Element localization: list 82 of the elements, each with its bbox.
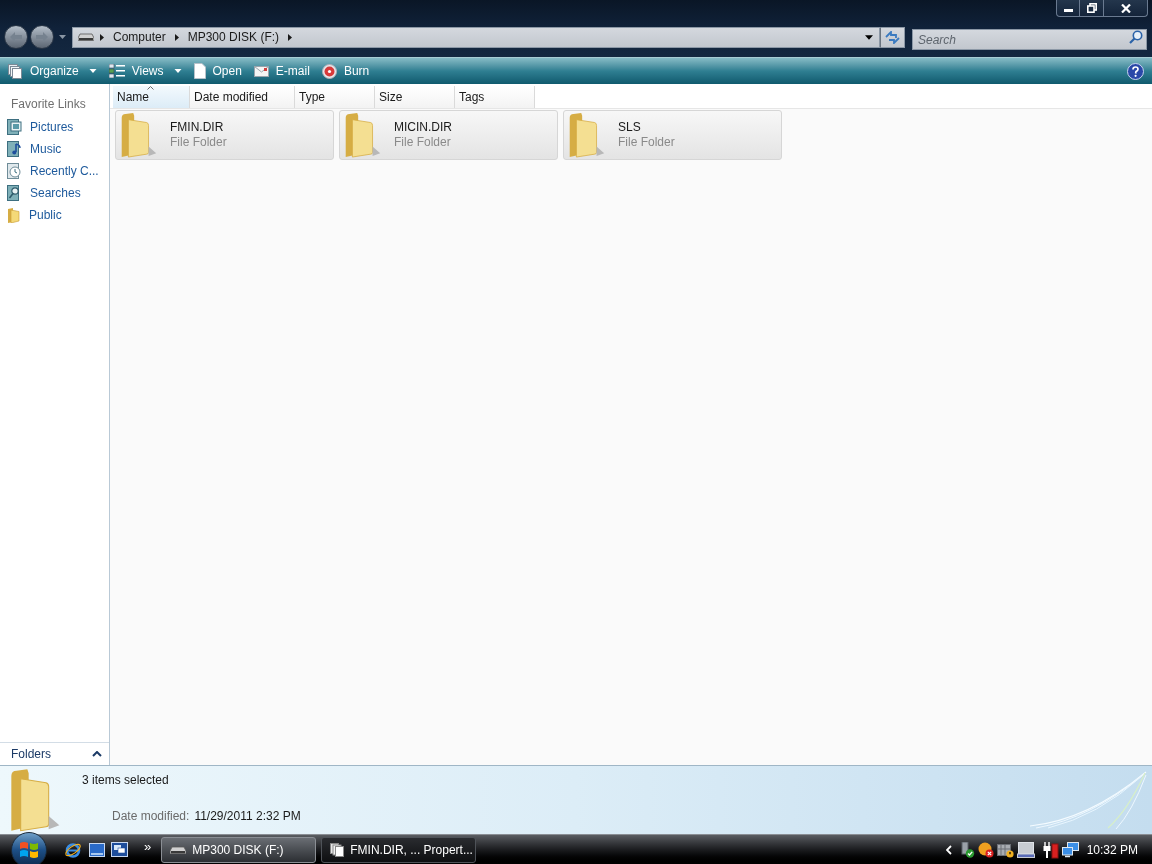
sidebar-link[interactable]: Music	[0, 138, 109, 160]
sidebar-link[interactable]: Pictures	[0, 116, 109, 138]
caret-down-icon	[88, 69, 97, 73]
caret-right-icon	[100, 33, 104, 41]
toolbar-button[interactable]: Burn	[316, 59, 375, 83]
restore-icon	[1086, 3, 1097, 13]
forward-button[interactable]	[30, 25, 54, 49]
search-folder-icon	[7, 185, 22, 201]
caret-right-icon	[174, 33, 179, 41]
search-icon	[1129, 29, 1143, 44]
toolbar-button[interactable]: Views	[103, 59, 187, 83]
file-name: SLS	[618, 120, 642, 135]
property-value: 11/29/2011 2:32 PM	[194, 808, 301, 824]
sidebar-link[interactable]: Recently C...	[0, 160, 109, 182]
sidebar-link[interactable]: Searches	[0, 182, 109, 204]
laptop-icon[interactable]	[1016, 841, 1035, 858]
windows-flag-icon	[19, 840, 39, 859]
pages-stack-icon	[8, 63, 23, 79]
close-icon	[1120, 3, 1131, 13]
arrow-right-icon	[36, 32, 48, 42]
close-button[interactable]	[1104, 0, 1148, 17]
disc-icon	[321, 63, 337, 79]
selection-summary: 3 items selected	[82, 772, 170, 788]
file-name: FMIN.DIR	[170, 120, 225, 135]
overflow-button[interactable]: »	[142, 837, 154, 857]
restore-button[interactable]	[1080, 0, 1104, 17]
address-bar[interactable]: Computer MP300 DISK (F:)	[72, 26, 880, 48]
document-icon	[193, 63, 206, 79]
desktop-icon[interactable]	[89, 842, 105, 857]
arrow-left-icon	[10, 32, 22, 42]
back-button[interactable]	[4, 25, 28, 49]
drive-icon	[78, 33, 94, 41]
envelope-icon	[253, 65, 269, 77]
sidebar-link[interactable]: Public	[0, 204, 109, 226]
taskbar-button[interactable]: MP300 DISK (F:)	[161, 836, 317, 863]
file-name: MICIN.DIR	[394, 120, 452, 135]
folder-icon	[7, 207, 21, 223]
column-header[interactable]: Tags	[455, 86, 535, 108]
toolbar-button[interactable]: Organize	[3, 59, 102, 83]
power-plug-icon[interactable]	[1042, 840, 1059, 859]
property-label: Date modified:	[112, 808, 190, 824]
views-icon	[108, 64, 125, 78]
chevron-left-icon[interactable]	[945, 844, 952, 855]
caret-down-icon[interactable]	[865, 34, 873, 40]
refresh-icon	[885, 30, 900, 44]
network-icon[interactable]	[1061, 841, 1079, 858]
grid-warning-icon[interactable]	[996, 841, 1014, 858]
column-header[interactable]: Type	[295, 86, 375, 108]
documents-icon	[330, 842, 345, 857]
music-icon	[7, 141, 22, 157]
minimize-icon	[1063, 9, 1073, 12]
help-icon[interactable]	[1127, 62, 1144, 80]
browser-icon[interactable]	[64, 840, 82, 859]
folder-tile[interactable]: FMIN.DIR File Folder	[115, 110, 334, 160]
caret-down-icon	[173, 69, 182, 73]
search-field[interactable]: Search	[912, 29, 1147, 50]
refresh-button[interactable]	[880, 26, 905, 48]
column-header[interactable]: Date modified	[190, 86, 295, 108]
taskbar-button[interactable]: FMIN.DIR, ... Propert...	[321, 836, 477, 863]
breadcrumb-link[interactable]: Computer	[106, 27, 173, 47]
window-stack-icon[interactable]	[111, 842, 128, 857]
toolbar-button[interactable]: Open	[188, 59, 247, 83]
device-check-icon[interactable]	[958, 841, 975, 858]
clock: 10:32 PM	[1086, 841, 1138, 859]
toolbar-button[interactable]: E-mail	[248, 59, 315, 83]
section-heading: Favorite Links	[11, 96, 87, 112]
drive-icon	[170, 845, 187, 854]
pictures-icon	[7, 119, 22, 135]
minimize-button[interactable]	[1056, 0, 1080, 17]
error-badge-icon[interactable]	[977, 841, 994, 858]
clock-document-icon	[7, 163, 22, 179]
caret-right-icon	[288, 33, 293, 41]
folder-tile[interactable]: SLS File Folder	[563, 110, 782, 160]
file-type: File Folder	[170, 135, 227, 150]
file-type: File Folder	[394, 135, 452, 150]
caret-up-icon	[92, 751, 102, 757]
column-header[interactable]: Name	[113, 86, 190, 108]
column-header[interactable]: Size	[375, 86, 455, 108]
start-button[interactable]	[11, 831, 47, 864]
file-type: File Folder	[618, 135, 675, 150]
folder-tile[interactable]: MICIN.DIR File Folder	[339, 110, 558, 160]
breadcrumb-link[interactable]: MP300 DISK (F:)	[180, 27, 287, 47]
